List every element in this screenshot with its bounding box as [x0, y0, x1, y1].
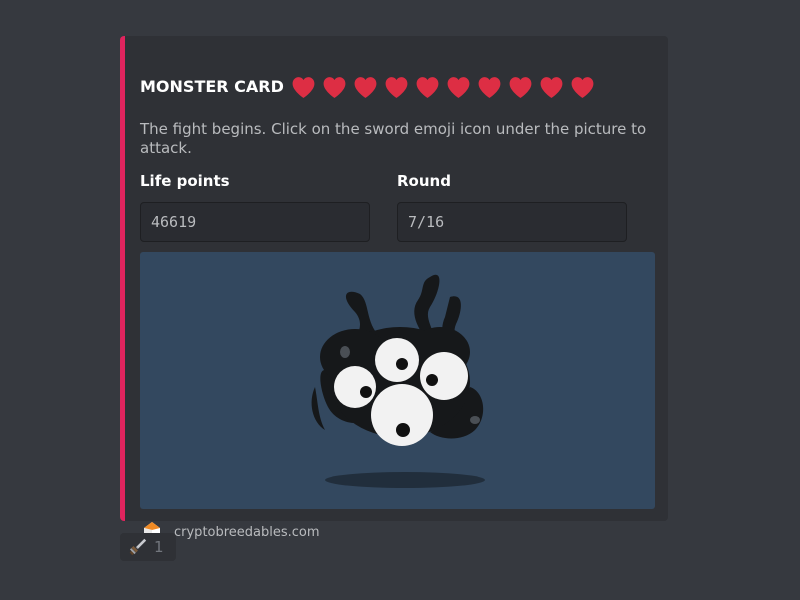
red-heart-icon — [323, 77, 346, 98]
field-label-round: Round — [397, 172, 451, 190]
embed-title-text: MONSTER CARD — [140, 77, 284, 96]
red-heart-icon — [447, 77, 470, 98]
red-heart-icon — [540, 77, 563, 98]
red-heart-icon — [385, 77, 408, 98]
embed-title: MONSTER CARD — [140, 72, 596, 102]
red-heart-icon — [478, 77, 501, 98]
red-heart-icon — [292, 77, 315, 98]
embed-description: The fight begins. Click on the sword emo… — [140, 120, 647, 157]
red-heart-icon — [354, 77, 377, 98]
reaction-count: 1 — [154, 538, 164, 556]
red-heart-icon — [571, 77, 594, 98]
red-heart-icon — [509, 77, 532, 98]
red-heart-icon — [416, 77, 439, 98]
round-value: 7/16 — [397, 202, 627, 242]
embed-image[interactable] — [140, 252, 655, 509]
sword-icon — [129, 538, 147, 556]
footer-text[interactable]: cryptobreedables.com — [174, 525, 320, 540]
monster-illustration — [311, 274, 485, 488]
monster-card-embed: MONSTER CARD The fight begins. Click on … — [120, 36, 668, 540]
field-label-life-points: Life points — [140, 172, 230, 190]
hearts-row — [290, 75, 596, 99]
embed-accent-bar — [120, 36, 125, 521]
life-points-value: 46619 — [140, 202, 370, 242]
sword-reaction-button[interactable]: 1 — [120, 533, 176, 561]
